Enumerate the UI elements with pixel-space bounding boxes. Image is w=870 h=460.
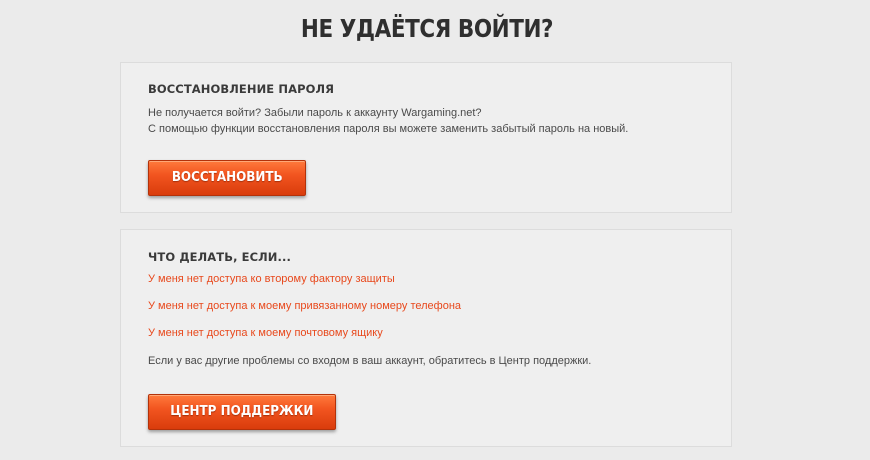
link-no-2fa-access[interactable]: У меня нет доступа ко второму фактору за… [148, 273, 395, 285]
restore-password-button-label: ВОССТАНОВИТЬ [171, 170, 283, 185]
link-no-phone-access[interactable]: У меня нет доступа к моему привязанному … [148, 300, 461, 312]
support-center-button[interactable]: ЦЕНТР ПОДДЕРЖКИ [148, 394, 336, 430]
password-reset-heading: ВОССТАНОВЛЕНИЕ ПАРОЛЯ [148, 82, 335, 96]
page-title: НЕ УДАЁТСЯ ВОЙТИ? [300, 14, 554, 43]
password-reset-description-line2: С помощью функции восстановления пароля … [148, 123, 629, 135]
password-reset-panel: ВОССТАНОВЛЕНИЕ ПАРОЛЯ Не получается войт… [120, 62, 732, 213]
help-panel: ЧТО ДЕЛАТЬ, ЕСЛИ... У меня нет доступа к… [120, 229, 732, 447]
support-description: Если у вас другие проблемы со входом в в… [148, 355, 592, 367]
help-heading: ЧТО ДЕЛАТЬ, ЕСЛИ... [148, 250, 291, 264]
link-no-email-access[interactable]: У меня нет доступа к моему почтовому ящи… [148, 327, 383, 339]
password-reset-description-line1: Не получается войти? Забыли пароль к акк… [148, 107, 482, 119]
restore-password-button[interactable]: ВОССТАНОВИТЬ [148, 160, 306, 196]
support-center-button-label: ЦЕНТР ПОДДЕРЖКИ [170, 404, 314, 419]
